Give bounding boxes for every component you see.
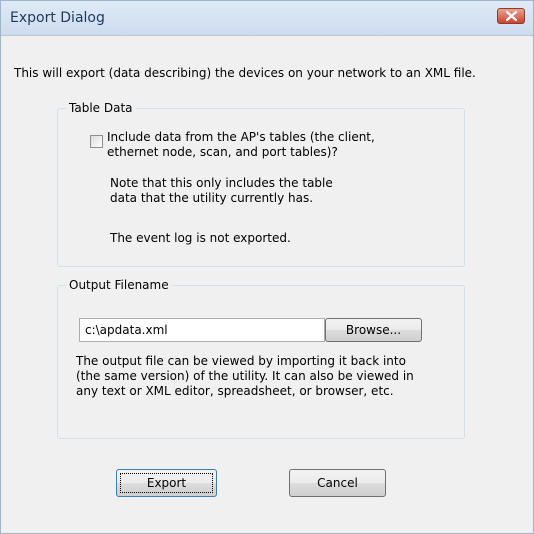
output-description-line1: The output file can be viewed by importi… <box>76 354 406 368</box>
output-description-line2: (the same version) of the utility. It ca… <box>76 369 414 383</box>
include-tables-label-line2: ethernet node, scan, and port tables)? <box>107 145 338 159</box>
include-tables-label-line1: Include data from the AP's tables (the c… <box>107 130 375 144</box>
table-data-group: Table Data Include data from the AP's ta… <box>57 101 465 267</box>
filename-input[interactable]: c:\apdata.xml <box>79 318 325 342</box>
table-data-note-line2: data that the utility currently has. <box>110 191 314 205</box>
output-description: The output file can be viewed by importi… <box>76 354 414 399</box>
table-data-note: Note that this only includes the table d… <box>110 176 333 206</box>
export-button[interactable]: Export <box>116 469 217 497</box>
export-button-label: Export <box>120 473 213 493</box>
browse-button[interactable]: Browse... <box>325 318 422 342</box>
dialog-body: This will export (data describing) the d… <box>1 36 533 533</box>
table-data-note-line1: Note that this only includes the table <box>110 176 333 190</box>
table-data-legend: Table Data <box>66 101 136 115</box>
include-tables-checkbox[interactable] <box>90 135 103 148</box>
intro-text: This will export (data describing) the d… <box>14 66 476 80</box>
output-description-line3: any text or XML editor, spreadsheet, or … <box>76 384 394 398</box>
window-title: Export Dialog <box>10 10 105 26</box>
event-log-note: The event log is not exported. <box>110 231 291 245</box>
cancel-button[interactable]: Cancel <box>289 469 386 497</box>
output-filename-group: Output Filename c:\apdata.xml Browse... … <box>57 278 465 439</box>
close-button[interactable] <box>497 8 525 24</box>
close-icon <box>506 11 517 21</box>
output-filename-legend: Output Filename <box>66 278 172 292</box>
include-tables-label[interactable]: Include data from the AP's tables (the c… <box>107 130 375 160</box>
export-dialog-window: Export Dialog This will export (data des… <box>0 0 534 534</box>
title-bar[interactable]: Export Dialog <box>1 1 533 36</box>
